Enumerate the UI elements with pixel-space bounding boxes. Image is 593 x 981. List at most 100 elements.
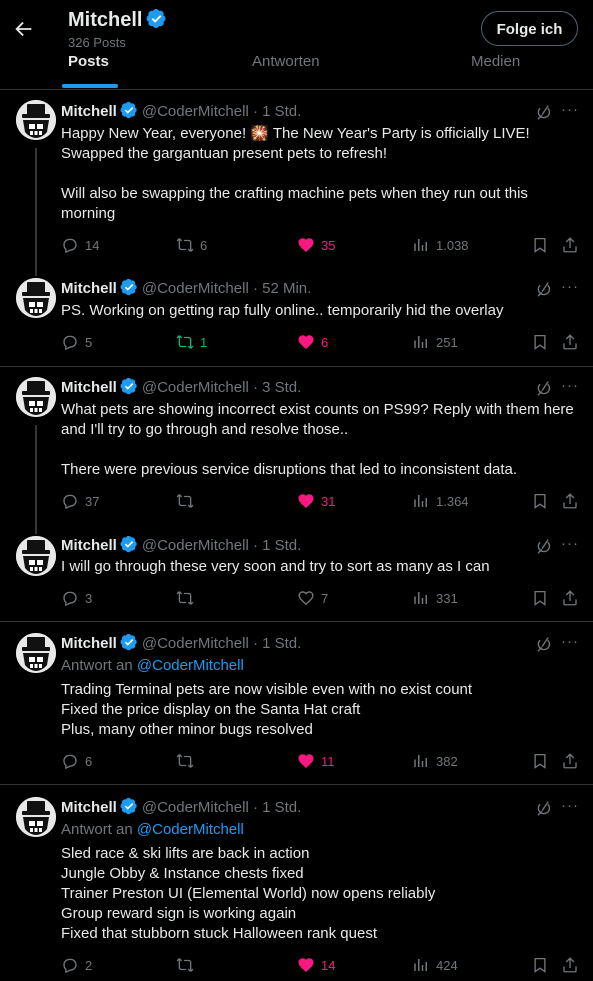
share-icon bbox=[561, 752, 579, 770]
verified-badge-icon bbox=[120, 797, 138, 815]
bookmark-button[interactable] bbox=[531, 492, 555, 512]
repost-icon bbox=[176, 492, 194, 510]
post-text: Sled race & ski lifts are back in action… bbox=[61, 845, 436, 942]
views-button[interactable]: 1.038 bbox=[412, 236, 469, 256]
more-options-icon[interactable]: ··· bbox=[561, 378, 579, 397]
heart-filled-icon bbox=[297, 333, 315, 351]
views-button[interactable]: 331 bbox=[412, 589, 458, 609]
more-options-icon[interactable]: ··· bbox=[561, 102, 579, 121]
post-handle-time[interactable]: @CoderMitchell · 3 Std. bbox=[142, 379, 301, 396]
back-arrow-icon[interactable] bbox=[13, 18, 35, 40]
reply-to-link[interactable]: @CoderMitchell bbox=[137, 821, 244, 838]
like-button[interactable]: 14 bbox=[297, 956, 335, 976]
share-button[interactable] bbox=[561, 589, 585, 609]
post-text: I will go through these very soon and tr… bbox=[61, 558, 490, 575]
repost-icon bbox=[176, 589, 194, 607]
verified-badge-icon bbox=[120, 278, 138, 296]
bookmark-button[interactable] bbox=[531, 333, 555, 353]
like-button[interactable]: 11 bbox=[297, 752, 335, 772]
avatar[interactable] bbox=[16, 797, 56, 837]
reply-icon bbox=[61, 589, 79, 607]
post-text: Happy New Year, everyone! 🎇 The New Year… bbox=[61, 125, 530, 222]
post-handle-time[interactable]: @CoderMitchell · 1 Std. bbox=[142, 103, 301, 120]
grok-icon[interactable] bbox=[535, 537, 553, 555]
post-author-name[interactable]: Mitchell bbox=[61, 537, 117, 554]
post-author-name[interactable]: Mitchell bbox=[61, 103, 117, 120]
heart-filled-icon bbox=[297, 752, 315, 770]
repost-active-icon bbox=[176, 333, 194, 351]
bookmark-button[interactable] bbox=[531, 956, 555, 976]
more-options-icon[interactable]: ··· bbox=[561, 279, 579, 298]
share-button[interactable] bbox=[561, 956, 585, 976]
share-button[interactable] bbox=[561, 333, 585, 353]
verified-badge-icon bbox=[120, 633, 138, 651]
avatar[interactable] bbox=[16, 536, 56, 576]
reply-button[interactable]: 6 bbox=[61, 752, 92, 772]
heart-outline-icon bbox=[297, 589, 315, 607]
more-options-icon[interactable]: ··· bbox=[561, 798, 579, 817]
reply-icon bbox=[61, 333, 79, 351]
repost-button[interactable] bbox=[176, 492, 200, 512]
reply-button[interactable]: 37 bbox=[61, 492, 99, 512]
tab-replies[interactable]: Antworten bbox=[252, 52, 320, 72]
grok-icon[interactable] bbox=[535, 103, 553, 121]
tab-posts[interactable]: Posts bbox=[68, 52, 109, 72]
grok-icon[interactable] bbox=[535, 635, 553, 653]
post-handle-time[interactable]: @CoderMitchell · 1 Std. bbox=[142, 635, 301, 652]
post-author-name[interactable]: Mitchell bbox=[61, 280, 117, 297]
post-author-name[interactable]: Mitchell bbox=[61, 635, 117, 652]
profile-header: Mitchell 326 Posts Folge ich Posts Antwo… bbox=[0, 0, 593, 90]
post-handle-time[interactable]: @CoderMitchell · 52 Min. bbox=[142, 280, 311, 297]
repost-button[interactable]: 6 bbox=[176, 236, 207, 256]
bookmark-icon bbox=[531, 492, 549, 510]
bookmark-button[interactable] bbox=[531, 589, 555, 609]
repost-button[interactable] bbox=[176, 752, 200, 772]
reply-button[interactable]: 5 bbox=[61, 333, 92, 353]
avatar[interactable] bbox=[16, 633, 56, 673]
post-actions: 6 11 382 bbox=[0, 752, 593, 772]
reply-icon bbox=[61, 752, 79, 770]
repost-icon bbox=[176, 752, 194, 770]
repost-button[interactable]: 1 bbox=[176, 333, 207, 353]
grok-icon[interactable] bbox=[535, 379, 553, 397]
repost-button[interactable] bbox=[176, 956, 200, 976]
post-handle-time[interactable]: @CoderMitchell · 1 Std. bbox=[142, 799, 301, 816]
post-handle-time[interactable]: @CoderMitchell · 1 Std. bbox=[142, 537, 301, 554]
reply-button[interactable]: 3 bbox=[61, 589, 92, 609]
share-icon bbox=[561, 333, 579, 351]
avatar[interactable] bbox=[16, 278, 56, 318]
views-button[interactable]: 1.364 bbox=[412, 492, 469, 512]
more-options-icon[interactable]: ··· bbox=[561, 536, 579, 555]
post-author-name[interactable]: Mitchell bbox=[61, 379, 117, 396]
share-icon bbox=[561, 589, 579, 607]
avatar[interactable] bbox=[16, 100, 56, 140]
views-button[interactable]: 251 bbox=[412, 333, 458, 353]
heart-filled-icon bbox=[297, 956, 315, 974]
bookmark-button[interactable] bbox=[531, 752, 555, 772]
post-author-name[interactable]: Mitchell bbox=[61, 799, 117, 816]
views-chart-icon bbox=[412, 956, 430, 974]
reply-button[interactable]: 14 bbox=[61, 236, 99, 256]
tab-media[interactable]: Medien bbox=[471, 52, 520, 72]
reply-button[interactable]: 2 bbox=[61, 956, 92, 976]
bookmark-icon bbox=[531, 956, 549, 974]
repost-button[interactable] bbox=[176, 589, 200, 609]
grok-icon[interactable] bbox=[535, 280, 553, 298]
share-button[interactable] bbox=[561, 752, 585, 772]
like-button[interactable]: 35 bbox=[297, 236, 335, 256]
more-options-icon[interactable]: ··· bbox=[561, 634, 579, 653]
verified-badge-icon bbox=[120, 535, 138, 553]
reply-to-link[interactable]: @CoderMitchell bbox=[137, 657, 244, 674]
verified-badge-icon bbox=[146, 8, 167, 29]
views-button[interactable]: 424 bbox=[412, 956, 458, 976]
like-button[interactable]: 7 bbox=[297, 589, 328, 609]
views-button[interactable]: 382 bbox=[412, 752, 458, 772]
share-button[interactable] bbox=[561, 492, 585, 512]
like-button[interactable]: 6 bbox=[297, 333, 328, 353]
avatar[interactable] bbox=[16, 377, 56, 417]
like-button[interactable]: 31 bbox=[297, 492, 335, 512]
following-button[interactable]: Folge ich bbox=[481, 11, 578, 46]
grok-icon[interactable] bbox=[535, 799, 553, 817]
share-button[interactable] bbox=[561, 236, 585, 256]
bookmark-button[interactable] bbox=[531, 236, 555, 256]
